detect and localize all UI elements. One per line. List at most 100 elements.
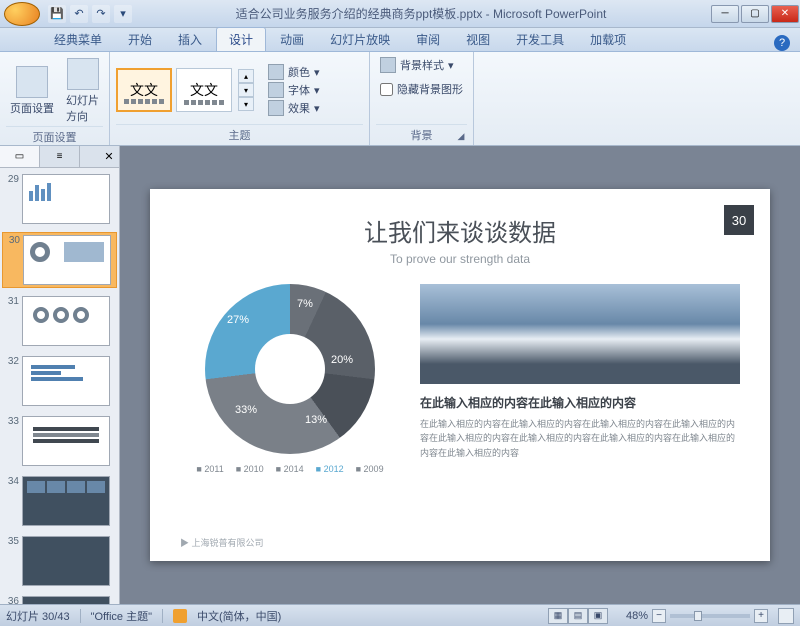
tab-review[interactable]: 审阅	[404, 28, 452, 51]
tab-view[interactable]: 视图	[454, 28, 502, 51]
seg-label-7: 7%	[297, 298, 313, 310]
legend-2012: 2012	[316, 464, 344, 474]
redo-button[interactable]: ↷	[92, 5, 110, 23]
photo-title[interactable]: 在此输入相应的内容在此输入相应的内容	[420, 394, 740, 411]
language-icon[interactable]	[173, 609, 187, 623]
slide-canvas[interactable]: 30 让我们来谈谈数据 To prove our strength data 7…	[150, 189, 770, 561]
theme-effects-button[interactable]: 效果 ▾	[264, 99, 324, 117]
donut-chart[interactable]: 7% 20% 13% 33% 27% 2011 2010 2014 2012 2…	[180, 284, 400, 484]
seg-label-20: 20%	[331, 354, 353, 366]
legend-2014: 2014	[276, 464, 304, 474]
thumbnail-29[interactable]: 29	[2, 172, 117, 226]
thumbnail-list[interactable]: 29 30 31 32 33 34 35 36	[0, 168, 119, 604]
slide-subtitle[interactable]: To prove our strength data	[180, 252, 740, 266]
effects-icon	[268, 100, 284, 116]
minimize-button[interactable]: ─	[711, 5, 739, 23]
save-button[interactable]: 💾	[48, 5, 66, 23]
hide-background-checkbox[interactable]: 隐藏背景图形	[376, 80, 467, 98]
outline-tab[interactable]: ≡	[40, 146, 80, 167]
theme-thumb-1[interactable]: 文文	[116, 68, 172, 112]
theme-prev-button[interactable]: ▴	[238, 69, 254, 83]
ribbon: 页面设置 幻灯片 方向 页面设置 文文 文文 ▴ ▾ ▾ 颜色 ▾ 字体 ▾ 效…	[0, 52, 800, 146]
seg-label-33: 33%	[235, 404, 257, 416]
slide-right-column[interactable]: 在此输入相应的内容在此输入相应的内容 在此输入相应的内容在此输入相应的内容在此输…	[420, 284, 740, 484]
slide-title[interactable]: 让我们来谈谈数据	[180, 213, 740, 248]
tab-design[interactable]: 设计	[216, 27, 266, 51]
zoom-in-button[interactable]: +	[754, 609, 768, 623]
legend-2011: 2011	[196, 464, 223, 474]
tab-developer[interactable]: 开发工具	[504, 28, 576, 51]
zoom-slider[interactable]	[670, 614, 750, 618]
view-buttons: ▦ ▤ ▣	[548, 608, 608, 624]
thumbnail-31[interactable]: 31	[2, 294, 117, 348]
slide-orientation-button[interactable]: 幻灯片 方向	[62, 56, 103, 126]
tab-addins[interactable]: 加载项	[578, 28, 638, 51]
thumbnail-panel: ▭ ≡ ✕ 29 30 31 32 33 34 35 36	[0, 146, 120, 604]
seg-label-13: 13%	[305, 414, 327, 426]
background-launcher[interactable]: ◢	[455, 131, 467, 143]
theme-thumb-2[interactable]: 文文	[176, 68, 232, 112]
zoom-level[interactable]: 48%	[626, 610, 648, 622]
group-label-page-setup: 页面设置	[6, 126, 103, 145]
page-setup-button[interactable]: 页面设置	[6, 64, 58, 118]
status-language[interactable]: 中文(简体，中国)	[197, 608, 281, 624]
tab-insert[interactable]: 插入	[166, 28, 214, 51]
status-slide-position: 幻灯片 30/43	[6, 608, 70, 624]
ribbon-tabs: 经典菜单 开始 插入 设计 动画 幻灯片放映 审阅 视图 开发工具 加载项 ?	[0, 28, 800, 52]
status-bar: 幻灯片 30/43 "Office 主题" 中文(简体，中国) ▦ ▤ ▣ 48…	[0, 604, 800, 626]
background-styles-button[interactable]: 背景样式 ▾	[376, 56, 458, 74]
slides-tab[interactable]: ▭	[0, 146, 40, 167]
group-background: 背景样式 ▾ 隐藏背景图形 背景◢	[370, 52, 474, 145]
tab-slideshow[interactable]: 幻灯片放映	[318, 28, 402, 51]
help-icon[interactable]: ?	[774, 35, 790, 51]
theme-colors-button[interactable]: 颜色 ▾	[264, 63, 324, 81]
group-page-setup: 页面设置 幻灯片 方向 页面设置	[0, 52, 110, 145]
title-bar: 💾 ↶ ↷ ▾ 适合公司业务服务介绍的经典商务ppt模板.pptx - Micr…	[0, 0, 800, 28]
slide-photo[interactable]	[420, 284, 740, 384]
quick-access-toolbar: 💾 ↶ ↷ ▾	[48, 5, 132, 23]
theme-next-button[interactable]: ▾	[238, 83, 254, 97]
office-button[interactable]	[4, 2, 40, 26]
window-controls: ─ ▢ ✕	[710, 5, 800, 23]
thumbnail-34[interactable]: 34	[2, 474, 117, 528]
status-theme: "Office 主题"	[91, 608, 152, 624]
sorter-view-button[interactable]: ▤	[568, 608, 588, 624]
group-label-themes: 主题	[116, 124, 363, 143]
panel-tabs: ▭ ≡ ✕	[0, 146, 119, 168]
tab-home[interactable]: 开始	[116, 28, 164, 51]
maximize-button[interactable]: ▢	[741, 5, 769, 23]
legend-2010: 2010	[236, 464, 264, 474]
thumbnail-32[interactable]: 32	[2, 354, 117, 408]
thumbnail-36[interactable]: 36	[2, 594, 117, 604]
photo-description[interactable]: 在此输入相应的内容在此输入相应的内容在此输入相应的内容在此输入相应的内容在此输入…	[420, 417, 740, 460]
slide-editor[interactable]: 30 让我们来谈谈数据 To prove our strength data 7…	[120, 146, 800, 604]
seg-label-27: 27%	[227, 314, 249, 326]
thumbnail-30[interactable]: 30	[2, 232, 117, 288]
zoom-out-button[interactable]: −	[652, 609, 666, 623]
theme-fonts-button[interactable]: 字体 ▾	[264, 81, 324, 99]
close-button[interactable]: ✕	[771, 5, 799, 23]
theme-more-button[interactable]: ▾	[238, 97, 254, 111]
thumbnail-33[interactable]: 33	[2, 414, 117, 468]
tab-classic-menu[interactable]: 经典菜单	[42, 28, 114, 51]
donut-graphic: 7% 20% 13% 33% 27%	[205, 284, 375, 454]
thumbnail-35[interactable]: 35	[2, 534, 117, 588]
tab-animations[interactable]: 动画	[268, 28, 316, 51]
background-icon	[380, 57, 396, 73]
chart-legend: 2011 2010 2014 2012 2009	[180, 464, 400, 474]
panel-close-button[interactable]: ✕	[99, 146, 119, 167]
normal-view-button[interactable]: ▦	[548, 608, 568, 624]
slide-footer: ▶ 上海锐普有限公司	[180, 536, 264, 549]
group-label-background: 背景◢	[376, 124, 467, 143]
window-title: 适合公司业务服务介绍的经典商务ppt模板.pptx - Microsoft Po…	[132, 5, 710, 22]
theme-gallery-nav: ▴ ▾ ▾	[238, 69, 254, 111]
undo-button[interactable]: ↶	[70, 5, 88, 23]
slideshow-view-button[interactable]: ▣	[588, 608, 608, 624]
qat-more-button[interactable]: ▾	[114, 5, 132, 23]
fit-to-window-button[interactable]	[778, 608, 794, 624]
legend-2009: 2009	[356, 464, 384, 474]
group-themes: 文文 文文 ▴ ▾ ▾ 颜色 ▾ 字体 ▾ 效果 ▾ 主题	[110, 52, 370, 145]
zoom-slider-thumb[interactable]	[694, 611, 702, 621]
zoom-controls: 48% − +	[626, 608, 794, 624]
fonts-icon	[268, 82, 284, 98]
